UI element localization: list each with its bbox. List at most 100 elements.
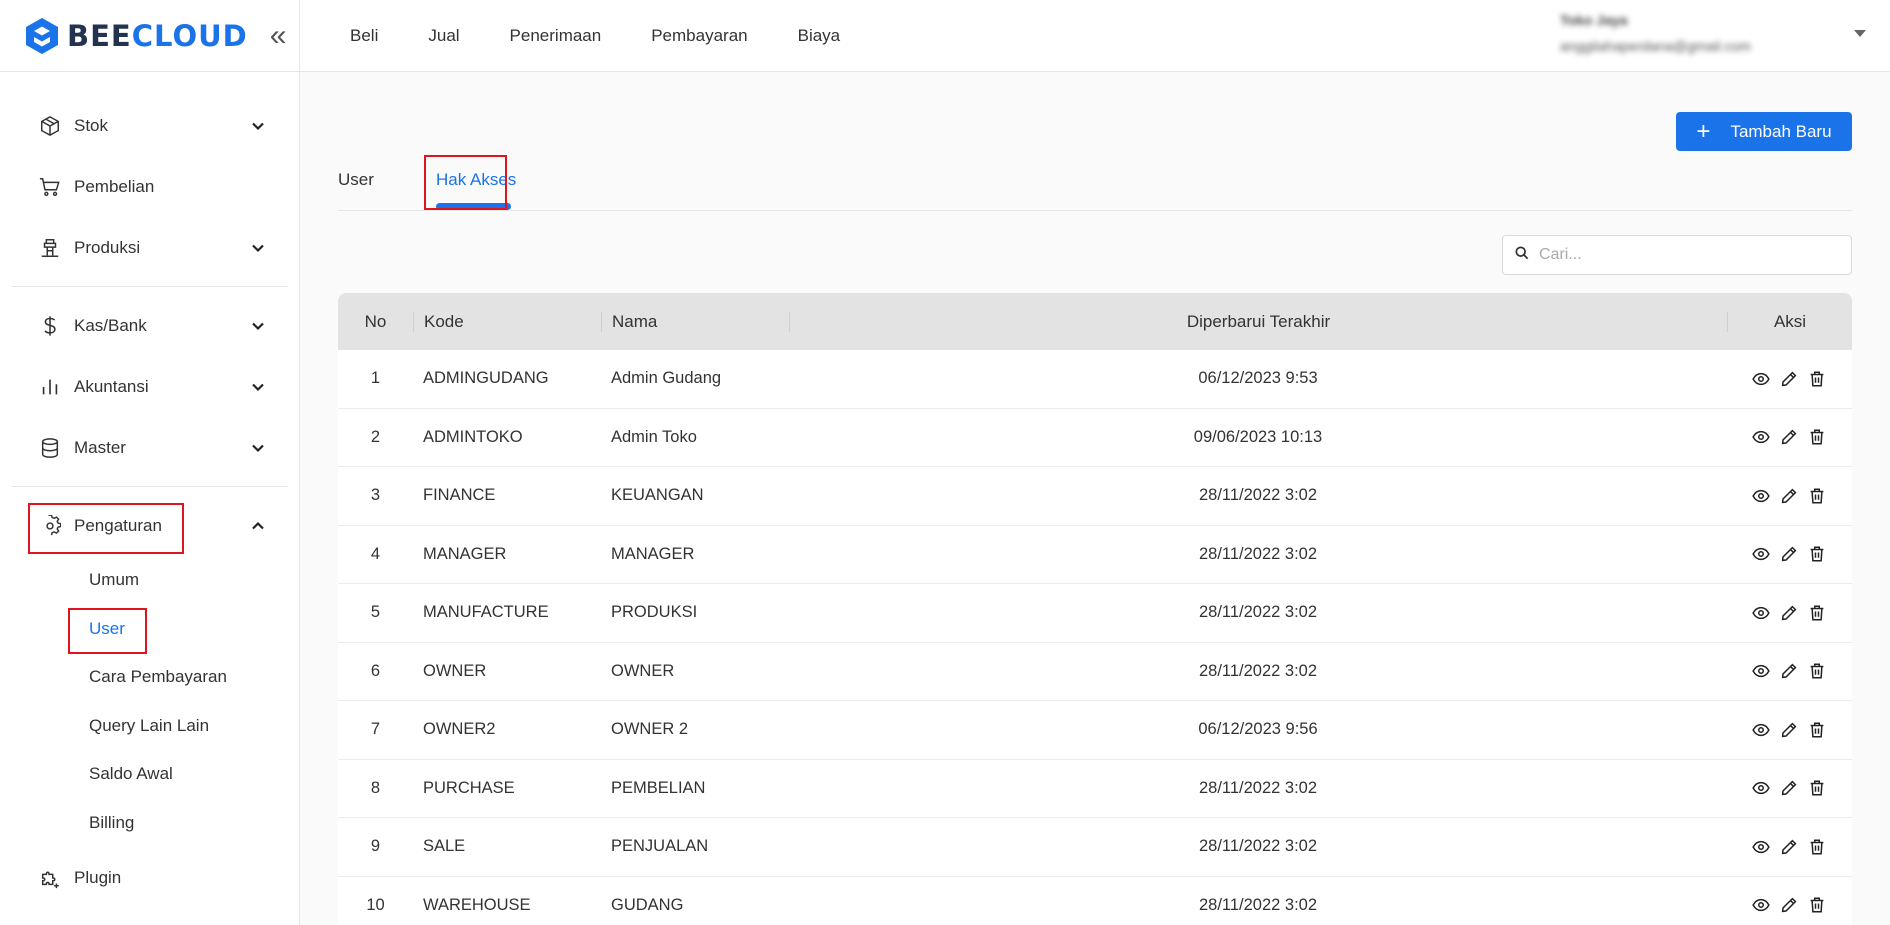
sidebar-divider: [12, 486, 288, 487]
cell-no: 4: [370, 544, 381, 563]
sidebar-subitem-billing[interactable]: Billing: [12, 799, 288, 848]
cart-icon: [38, 175, 62, 199]
top-menu-biaya[interactable]: Biaya: [798, 26, 841, 46]
table-header: No Kode Nama Diperbarui Terakhir Aksi: [338, 293, 1852, 350]
sidebar-item-kas-bank[interactable]: Kas/Bank: [12, 295, 288, 356]
cell-updated: 28/11/2022 3:02: [1198, 778, 1318, 797]
cell-kode: MANUFACTURE: [423, 603, 549, 622]
delete-icon[interactable]: [1808, 721, 1826, 739]
sidebar-subitem-query-lain-lain[interactable]: Query Lain Lain: [12, 702, 288, 751]
column-header-kode: Kode: [413, 311, 601, 332]
cell-updated: 28/11/2022 3:02: [1198, 544, 1318, 563]
view-icon[interactable]: [1752, 604, 1770, 622]
sidebar-subitem-umum[interactable]: Umum: [12, 556, 288, 605]
logo-row: BEECLOUD «: [0, 0, 299, 72]
edit-icon[interactable]: [1780, 370, 1798, 388]
view-icon[interactable]: [1752, 721, 1770, 739]
delete-icon[interactable]: [1808, 779, 1826, 797]
delete-icon[interactable]: [1808, 428, 1826, 446]
sidebar-item-produksi[interactable]: Produksi: [12, 217, 288, 278]
cell-no: 10: [366, 895, 385, 914]
database-icon: [38, 436, 62, 460]
table-row: 7 OWNER2 OWNER 2 06/12/2023 9:56: [338, 701, 1852, 760]
table-row: 1 ADMINGUDANG Admin Gudang 06/12/2023 9:…: [338, 350, 1852, 409]
user-email: anggitahaperdana@gmail.com: [1560, 38, 1751, 54]
table-row: 3 FINANCE KEUANGAN 28/11/2022 3:02: [338, 467, 1852, 526]
tab-hak-akses[interactable]: Hak Akses: [436, 170, 516, 190]
delete-icon[interactable]: [1808, 604, 1826, 622]
cell-updated: 09/06/2023 10:13: [1193, 427, 1323, 446]
edit-icon[interactable]: [1780, 779, 1798, 797]
sidebar-item-label: Kas/Bank: [74, 315, 147, 335]
delete-icon[interactable]: [1808, 545, 1826, 563]
view-icon[interactable]: [1752, 662, 1770, 680]
sidebar-item-akuntansi[interactable]: Akuntansi: [12, 356, 288, 417]
cell-no: 3: [370, 486, 381, 505]
sidebar-item-label: Pengaturan: [74, 515, 162, 535]
cell-no: 8: [370, 778, 381, 797]
view-icon[interactable]: [1752, 838, 1770, 856]
tabs-divider: [338, 210, 1852, 211]
column-header-aksi: Aksi: [1727, 311, 1852, 332]
delete-icon[interactable]: [1808, 487, 1826, 505]
sidebar-item-pengaturan[interactable]: Pengaturan: [12, 495, 288, 556]
view-icon[interactable]: [1752, 896, 1770, 914]
delete-icon[interactable]: [1808, 838, 1826, 856]
top-menu-jual[interactable]: Jual: [428, 26, 459, 46]
access-rights-table: No Kode Nama Diperbarui Terakhir Aksi 1 …: [338, 293, 1852, 925]
tab-user[interactable]: User: [338, 170, 374, 190]
edit-icon[interactable]: [1780, 428, 1798, 446]
user-dropdown-caret-icon[interactable]: [1854, 30, 1866, 37]
dollar-icon: [38, 314, 62, 338]
sidebar-item-stok[interactable]: Stok: [12, 95, 288, 156]
chevron-down-icon: [250, 118, 266, 134]
view-icon[interactable]: [1752, 779, 1770, 797]
sidebar-item-plugin[interactable]: Plugin: [12, 847, 288, 908]
delete-icon[interactable]: [1808, 896, 1826, 914]
user-menu[interactable]: Toko Jaya anggitahaperdana@gmail.com: [1560, 12, 1830, 54]
edit-icon[interactable]: [1780, 487, 1798, 505]
search-box: [1502, 235, 1852, 275]
sidebar-subitem-cara-pembayaran[interactable]: Cara Pembayaran: [12, 653, 288, 702]
delete-icon[interactable]: [1808, 370, 1826, 388]
edit-icon[interactable]: [1780, 662, 1798, 680]
edit-icon[interactable]: [1780, 896, 1798, 914]
chevron-up-icon: [250, 518, 266, 534]
sidebar-subitem-label: User: [89, 618, 125, 638]
cell-nama: KEUANGAN: [611, 486, 704, 505]
sidebar: BEECLOUD « Stok Pembelian Produksi Kas/B…: [0, 0, 300, 925]
cell-no: 6: [370, 661, 381, 680]
cell-actions: [1727, 545, 1852, 563]
edit-icon[interactable]: [1780, 721, 1798, 739]
user-name: Toko Jaya: [1560, 12, 1628, 28]
cell-actions: [1727, 721, 1852, 739]
sidebar-item-master[interactable]: Master: [12, 417, 288, 478]
top-menu-beli[interactable]: Beli: [350, 26, 378, 46]
delete-icon[interactable]: [1808, 662, 1826, 680]
cell-no: 5: [370, 603, 381, 622]
sidebar-subitem-saldo-awal[interactable]: Saldo Awal: [12, 750, 288, 799]
factory-icon: [38, 236, 62, 260]
edit-icon[interactable]: [1780, 545, 1798, 563]
collapse-sidebar-icon[interactable]: «: [270, 20, 287, 51]
cell-nama: OWNER: [611, 661, 675, 680]
cell-actions: [1727, 896, 1852, 914]
sidebar-item-pembelian[interactable]: Pembelian: [12, 156, 288, 217]
cell-kode: SALE: [423, 837, 466, 856]
view-icon[interactable]: [1752, 370, 1770, 388]
cell-kode: WAREHOUSE: [423, 895, 531, 914]
top-menu-pembayaran[interactable]: Pembayaran: [651, 26, 747, 46]
top-menu-penerimaan[interactable]: Penerimaan: [510, 26, 602, 46]
view-icon[interactable]: [1752, 545, 1770, 563]
bar-chart-icon: [38, 375, 62, 399]
sidebar-subitem-user[interactable]: User: [12, 605, 288, 654]
edit-icon[interactable]: [1780, 604, 1798, 622]
view-icon[interactable]: [1752, 487, 1770, 505]
cell-no: 2: [370, 427, 381, 446]
sidebar-item-label: Produksi: [74, 237, 141, 257]
search-input[interactable]: [1539, 246, 1829, 264]
view-icon[interactable]: [1752, 428, 1770, 446]
chevron-down-icon: [250, 240, 266, 256]
edit-icon[interactable]: [1780, 838, 1798, 856]
table-row: 10 WAREHOUSE GUDANG 28/11/2022 3:02: [338, 876, 1852, 925]
